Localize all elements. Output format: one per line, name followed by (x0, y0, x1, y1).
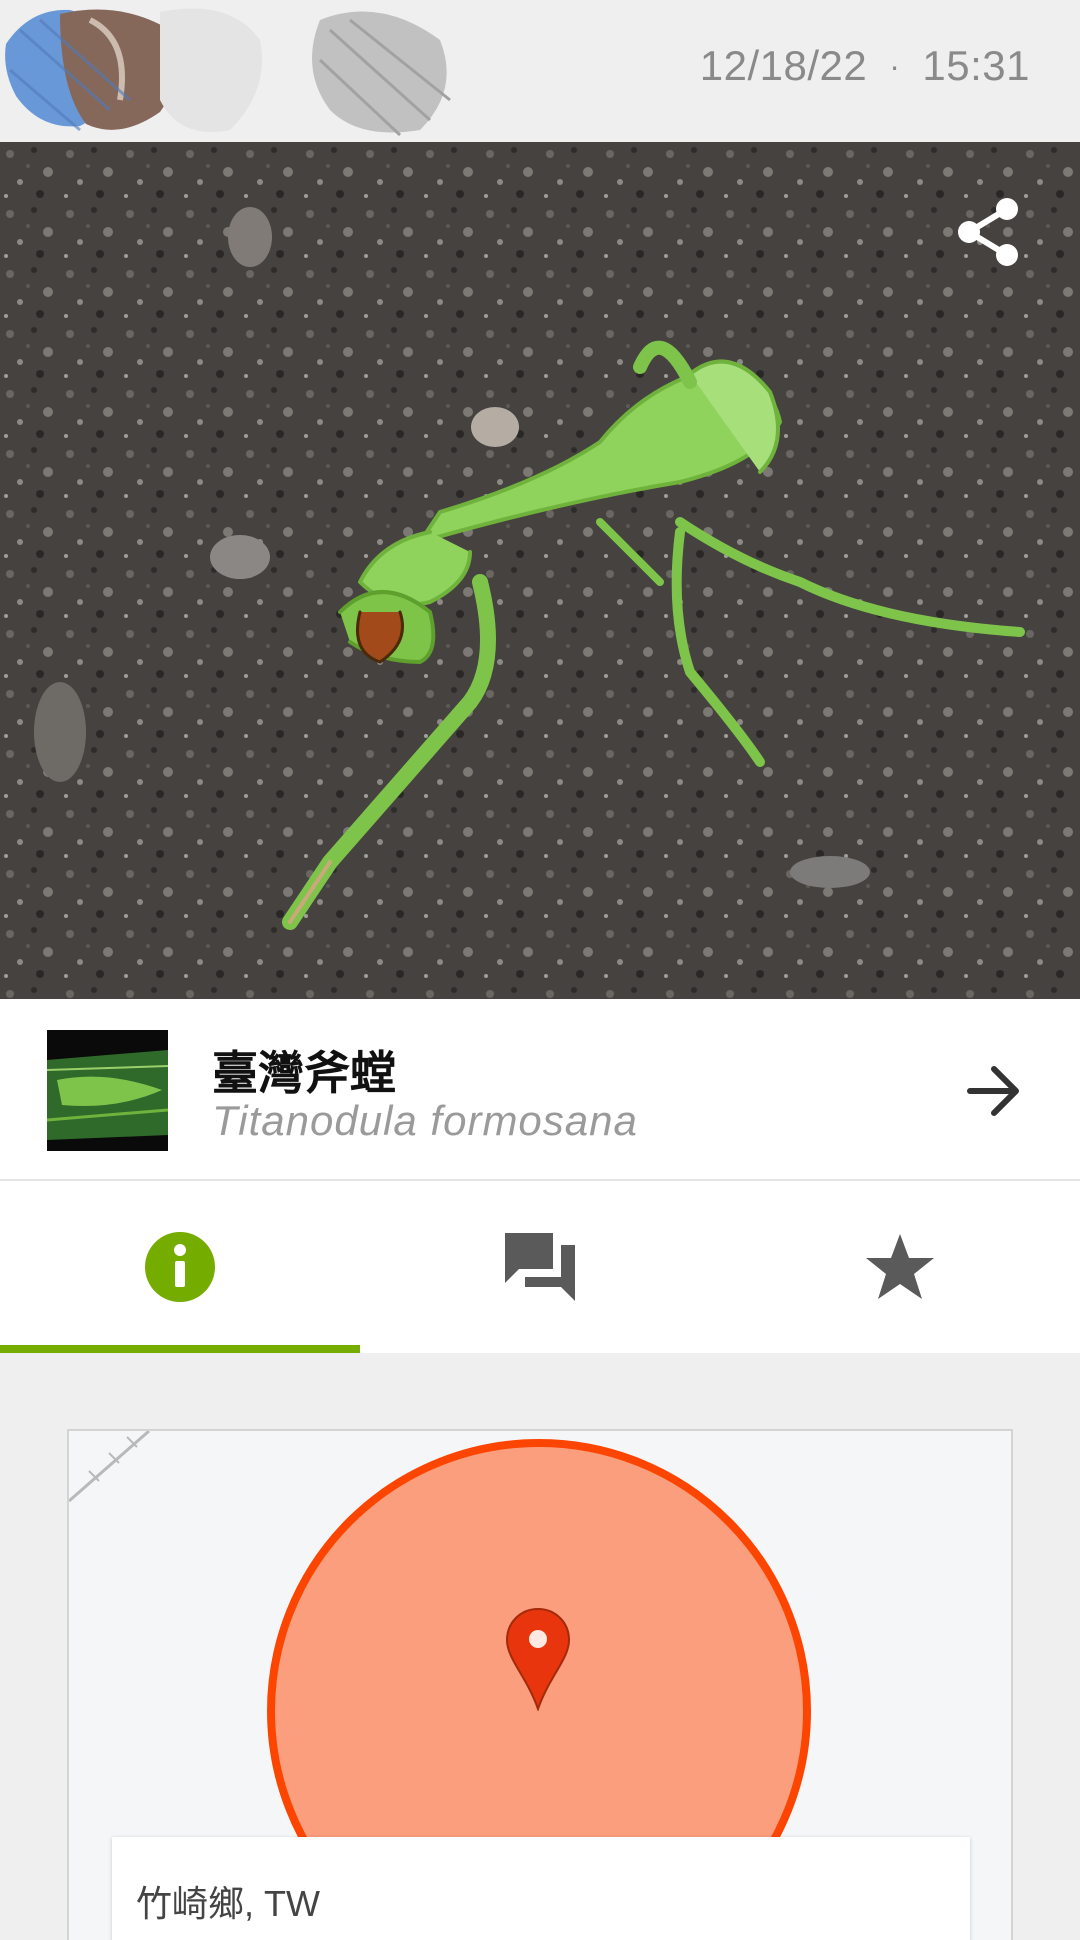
redacted-user-avatar[interactable] (0, 0, 460, 142)
location-card[interactable]: 竹崎鄉, TW (112, 1837, 970, 1940)
location-place-name: 竹崎鄉, TW (136, 1883, 320, 1924)
star-icon (866, 1234, 934, 1299)
tab-info[interactable] (0, 1181, 360, 1353)
taxon-row[interactable]: 臺灣斧螳 Titanodula formosana (0, 999, 1080, 1181)
map-pin-icon (505, 1607, 571, 1711)
info-icon (145, 1232, 215, 1302)
taxon-common-name: 臺灣斧螳 (212, 1047, 396, 1099)
taxon-details-button[interactable] (958, 1055, 1030, 1127)
tab-activity[interactable] (360, 1181, 720, 1353)
arrow-right-icon (967, 1066, 1019, 1116)
observation-photo[interactable] (0, 142, 1080, 999)
share-icon (958, 198, 1018, 266)
tab-favorites[interactable] (720, 1181, 1080, 1353)
datetime-separator: · (889, 47, 901, 84)
taxon-scientific-name: Titanodula formosana (212, 1097, 638, 1144)
taxon-thumbnail[interactable] (47, 1030, 168, 1151)
location-map[interactable]: 竹崎鄉, TW (67, 1429, 1013, 1940)
info-content: 竹崎鄉, TW (0, 1353, 1080, 1940)
observation-datetime: 12/18/22 · 15:31 (700, 38, 1030, 94)
observation-time: 15:31 (922, 42, 1030, 89)
observation-date: 12/18/22 (699, 42, 868, 89)
observation-header: 12/18/22 · 15:31 (0, 0, 1080, 142)
chat-bubbles-icon (505, 1233, 575, 1301)
share-button[interactable] (948, 192, 1028, 272)
observation-tabs (0, 1181, 1080, 1353)
